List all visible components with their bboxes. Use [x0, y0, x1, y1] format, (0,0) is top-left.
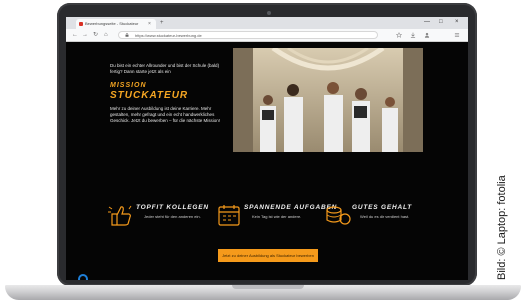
reload-button[interactable]: ↻ — [93, 31, 98, 39]
photo-credit: Bild: © Laptop: fotolia — [496, 175, 508, 280]
forward-button[interactable]: → — [82, 31, 88, 39]
back-button[interactable]: ← — [72, 31, 78, 39]
laptop-screen: Bewerbungsseite - Stuckateur × + — □ × ←… — [66, 17, 468, 280]
feature-colleagues: TOPFIT KOLLEGEN Jeder steht für den ande… — [106, 200, 226, 230]
chat-icon[interactable] — [78, 274, 88, 280]
intro-text: Du bist ein echter Allrounder und bist d… — [110, 63, 220, 74]
tab-close-icon[interactable]: × — [148, 19, 151, 29]
headline-mission: MISSION — [110, 82, 147, 89]
feature-text-tasks: Kein Tag ist wie der andere. — [252, 214, 302, 219]
url-text: https://www.stuckateur-bewerbung.de — [135, 33, 202, 38]
calendar-icon — [218, 205, 240, 226]
star-icon[interactable] — [396, 32, 402, 38]
minimize-button[interactable]: — — [424, 18, 430, 27]
headline-stuckateur: STUCKATEUR — [110, 90, 189, 101]
browser-toolbar: ← → ↻ ⌂ https://www.stuckateur-bewerbung… — [66, 29, 468, 42]
feature-text-colleagues: Jeder steht für den anderen ein. — [144, 214, 201, 219]
browser-tab[interactable]: Bewerbungsseite - Stuckateur × — [76, 19, 156, 29]
feature-title-colleagues: TOPFIT KOLLEGEN — [136, 204, 209, 211]
lock-icon — [125, 33, 129, 37]
downloads-icon[interactable] — [410, 32, 416, 38]
feature-title-salary: GUTES GEHALT — [352, 204, 413, 211]
new-tab-button[interactable]: + — [160, 19, 164, 28]
apply-button[interactable]: Jetzt zu deiner Ausbildung als Stuckateu… — [218, 249, 318, 262]
home-button[interactable]: ⌂ — [104, 31, 108, 39]
webcam-icon — [267, 11, 271, 15]
feature-text-salary: Weil du es dir verdient hast. — [360, 214, 410, 219]
laptop-notch — [232, 285, 304, 289]
feature-salary: GUTES GEHALT Weil du es dir verdient has… — [322, 200, 442, 230]
account-icon[interactable] — [424, 32, 430, 38]
browser-tabbar: Bewerbungsseite - Stuckateur × + — □ × — [66, 17, 468, 29]
coins-icon — [326, 206, 351, 225]
tab-title: Bewerbungsseite - Stuckateur — [85, 21, 139, 26]
landing-page: Du bist ein echter Allrounder und bist d… — [66, 42, 468, 280]
body-text: Mehr zu deiner Ausbildung ist deine Karr… — [110, 106, 221, 123]
maximize-button[interactable]: □ — [439, 18, 443, 27]
laptop-base — [5, 285, 521, 300]
team-photo — [233, 48, 423, 152]
thumbs-up-icon — [108, 205, 132, 226]
favicon-icon — [79, 22, 83, 26]
address-bar[interactable]: https://www.stuckateur-bewerbung.de — [118, 31, 378, 39]
feature-tasks: SPANNENDE AUFGABEN Kein Tag ist wie der … — [214, 200, 336, 230]
window-close-button[interactable]: × — [455, 18, 459, 27]
menu-icon[interactable] — [454, 32, 460, 38]
